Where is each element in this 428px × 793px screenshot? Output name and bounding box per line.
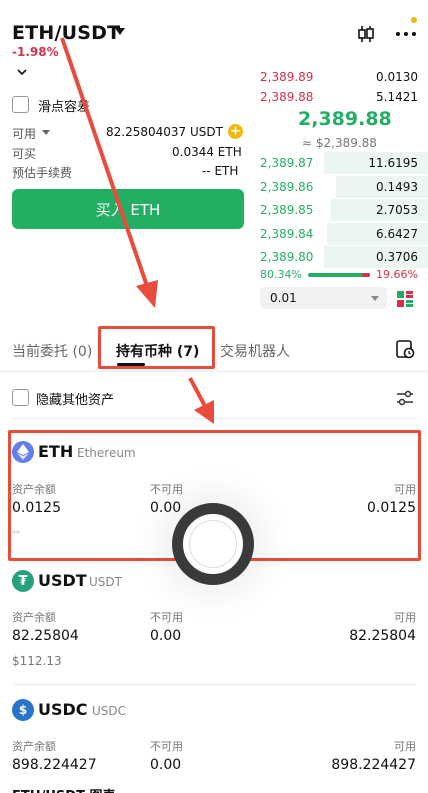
available-value: 898.224427 (331, 757, 416, 773)
fee-value: -- ETH (202, 164, 239, 178)
ask-qty: 0.0130 (376, 70, 418, 84)
bid-qty: 2.7053 (376, 203, 418, 217)
bid-row[interactable]: 2,389.87 11.6195 (260, 152, 428, 174)
unavailable-value: 0.00 (150, 628, 182, 644)
bid-qty: 11.6195 (368, 156, 418, 170)
balance-value: 82.25804 (12, 628, 79, 644)
bid-price: 2,389.87 (260, 156, 314, 170)
divider (12, 418, 416, 419)
notification-dot (411, 17, 417, 23)
more-options-icon[interactable] (395, 17, 417, 44)
filter-settings-icon[interactable] (395, 388, 415, 408)
add-funds-icon[interactable]: + (228, 124, 243, 139)
unavailable-value: 0.00 (150, 757, 182, 773)
price-change: -1.98% (12, 45, 59, 59)
highlight-box (98, 326, 215, 369)
sell-ratio-bar (362, 273, 370, 277)
mid-price[interactable]: 2,389.88 (298, 108, 392, 130)
buy-button[interactable]: 买入 ETH (12, 189, 244, 229)
available-value: 82.25804037 USDT (106, 125, 223, 139)
orderbook-layout-icon[interactable] (396, 290, 414, 308)
bid-row[interactable]: 2,389.86 0.1493 (260, 175, 428, 198)
bid-price: 2,389.86 (260, 179, 314, 194)
buy-ratio-bar (308, 273, 370, 277)
candlestick-chart-icon[interactable] (356, 24, 376, 44)
asset-fullname: USDT (89, 575, 122, 589)
buy-ratio: 80.34% (260, 268, 302, 281)
loading-spinner (172, 503, 254, 585)
bid-row[interactable]: 2,389.84 6.6427 (260, 222, 428, 245)
tab-open-orders[interactable]: 当前委托 (0) (12, 341, 92, 361)
balance-label: 资产余额 (12, 611, 56, 624)
chevron-down-icon[interactable] (115, 28, 125, 35)
ask-qty: 5.1421 (376, 90, 418, 104)
asset-symbol: USDC (38, 700, 88, 719)
trading-pair-title[interactable]: ETH/USDT (12, 22, 120, 44)
asset-symbol: USDT (38, 571, 87, 590)
can-buy-value: 0.0344 ETH (172, 145, 242, 159)
asset-fullname: USDC (92, 704, 127, 718)
ask-row[interactable]: 2,389.88 5.1421 (260, 86, 418, 108)
bid-price: 2,389.80 (260, 250, 314, 264)
chevron-down-icon[interactable] (16, 68, 28, 76)
available-label: 可用 (394, 740, 416, 753)
bid-qty: 0.1493 (376, 179, 418, 194)
can-buy-label: 可买 (12, 147, 37, 161)
ask-price: 2,389.89 (260, 70, 314, 84)
bid-price: 2,389.85 (260, 203, 314, 217)
bid-row[interactable]: 2,389.85 2.7053 (260, 199, 428, 221)
chevron-down-icon[interactable] (42, 130, 50, 135)
chart-section-title: ETH/USDT 图表 (12, 785, 115, 793)
hide-other-assets-checkbox[interactable] (12, 389, 29, 406)
available-label: 可用 (394, 611, 416, 624)
fee-label: 预估手续费 (12, 166, 73, 180)
unavailable-label: 不可用 (150, 611, 183, 624)
bid-price: 2,389.84 (260, 226, 314, 241)
available-value: 82.25804 (349, 628, 416, 644)
divider (12, 684, 416, 685)
hide-other-assets-label: 隐藏其他资产 (36, 393, 115, 408)
unavailable-label: 不可用 (150, 740, 183, 753)
order-history-icon[interactable] (395, 339, 415, 359)
chevron-down-icon (371, 296, 379, 301)
balance-label: 资产余额 (12, 740, 56, 753)
precision-value: 0.01 (270, 291, 297, 305)
ask-price: 2,389.88 (260, 90, 314, 104)
sell-ratio: 19.66% (376, 268, 418, 281)
precision-select[interactable]: 0.01 (260, 287, 387, 309)
usdc-icon: $ (12, 699, 34, 721)
slippage-checkbox[interactable] (12, 96, 29, 113)
available-label: 可用 (12, 127, 37, 141)
tether-icon: ₮ (12, 570, 34, 592)
bid-row[interactable]: 2,389.80 0.3706 (260, 246, 428, 268)
balance-value: 898.224427 (12, 757, 97, 773)
mid-price-fiat: ≈ $2,389.88 (302, 136, 377, 150)
tab-trading-bots[interactable]: 交易机器人 (220, 341, 290, 361)
bid-qty: 6.6427 (376, 226, 418, 241)
fiat-value: $112.13 (12, 654, 62, 668)
slippage-label: 滑点容差 (38, 100, 91, 115)
bid-qty: 0.3706 (376, 250, 418, 264)
spinner-inner-ring (189, 520, 237, 568)
ask-row[interactable]: 2,389.89 0.0130 (260, 66, 418, 88)
